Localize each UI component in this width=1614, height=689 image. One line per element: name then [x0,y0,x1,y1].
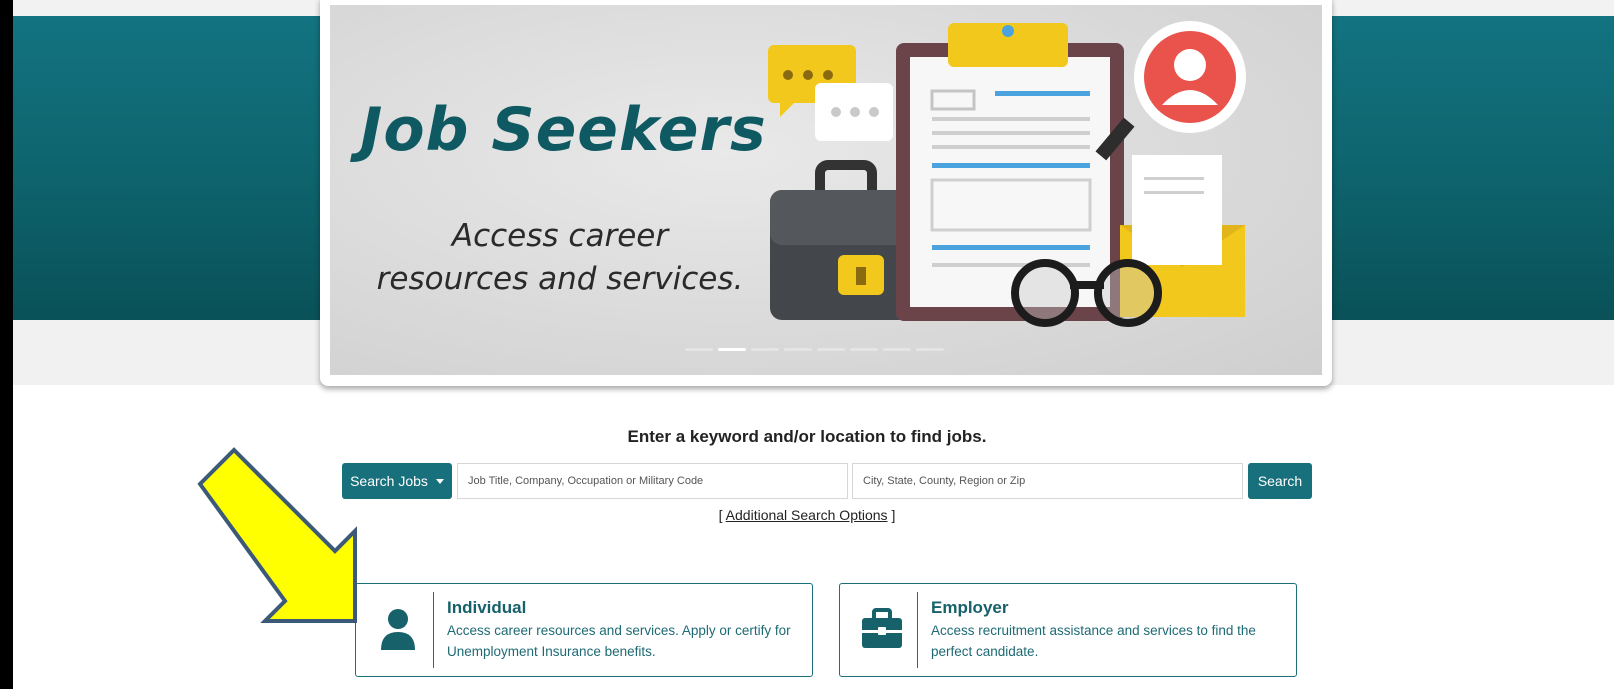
left-border [0,0,13,689]
keyword-input[interactable] [457,463,848,499]
individual-card-description: Access career resources and services. Ap… [447,623,791,659]
hero-subtitle: Access career resources and services. [360,215,760,301]
employer-card-title: Employer [931,598,1009,617]
individual-card-title: Individual [447,598,527,617]
caret-down-icon [435,478,444,484]
clipboard-icon [896,23,1124,321]
briefcase-icon [862,608,902,648]
carousel-dot[interactable] [817,348,845,351]
carousel-dot[interactable] [751,348,779,351]
carousel-dot[interactable] [850,348,878,351]
card-divider [917,592,918,668]
carousel-dot[interactable] [784,348,812,351]
hero-subtitle-line1: Access career [451,218,669,254]
employer-card[interactable]: Employer Access recruitment assistance a… [839,583,1297,677]
search-button[interactable]: Search [1248,463,1312,499]
speech-bubble-icon [768,45,893,141]
search-mode-dropdown[interactable]: Search Jobs [342,463,452,499]
carousel-indicators [685,348,944,351]
search-prompt: Enter a keyword and/or location to find … [627,427,987,446]
additional-search-options-link[interactable]: Additional Search Options [726,507,888,523]
employer-card-description: Access recruitment assistance and servic… [931,623,1256,659]
carousel-dot[interactable] [916,348,944,351]
card-divider [433,592,434,668]
carousel-dot[interactable] [685,348,713,351]
carousel-dot-active[interactable] [718,348,746,351]
person-icon [381,609,415,650]
search-mode-label: Search Jobs [350,473,428,489]
additional-search-options: [ Additional Search Options ] [0,507,1614,523]
hero-title: Job Seekers [360,95,767,165]
job-search-illustration [768,21,1246,327]
job-search-bar: Search Jobs Search [342,463,1312,499]
bracket-open: [ [718,507,723,523]
hero-carousel-slide[interactable]: Job Seekers Access career resources and … [330,5,1322,375]
carousel-dot[interactable] [883,348,911,351]
location-input[interactable] [852,463,1243,499]
bracket-close: ] [891,507,896,523]
individual-card[interactable]: Individual Access career resources and s… [355,583,813,677]
hero-subtitle-line2: resources and services. [376,261,744,297]
